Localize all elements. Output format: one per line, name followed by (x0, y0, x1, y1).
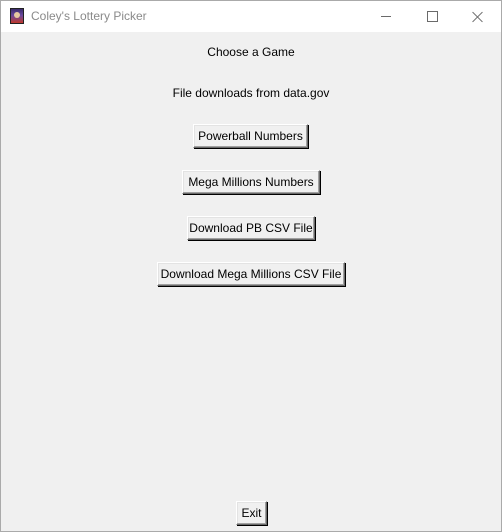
exit-button[interactable]: Exit (236, 501, 267, 525)
minimize-button[interactable] (363, 1, 409, 32)
app-icon[interactable] (10, 8, 24, 24)
maximize-button[interactable] (409, 1, 455, 32)
close-button[interactable] (455, 1, 501, 32)
maximize-icon (426, 11, 438, 22)
app-window: Coley's Lottery Picker Choose a Game Fil… (0, 0, 502, 532)
data-source-label: File downloads from data.gov (172, 86, 330, 100)
title-bar[interactable]: Coley's Lottery Picker (1, 1, 501, 32)
mega-millions-numbers-button[interactable]: Mega Millions Numbers (182, 170, 320, 194)
powerball-numbers-button[interactable]: Powerball Numbers (193, 124, 308, 148)
download-pb-csv-button[interactable]: Download PB CSV File (187, 216, 315, 240)
close-icon (472, 11, 484, 23)
download-mega-millions-csv-button[interactable]: Download Mega Millions CSV File (157, 262, 345, 286)
window-title: Coley's Lottery Picker (31, 9, 147, 23)
choose-game-label: Choose a Game (207, 45, 295, 59)
minimize-icon (381, 16, 391, 17)
